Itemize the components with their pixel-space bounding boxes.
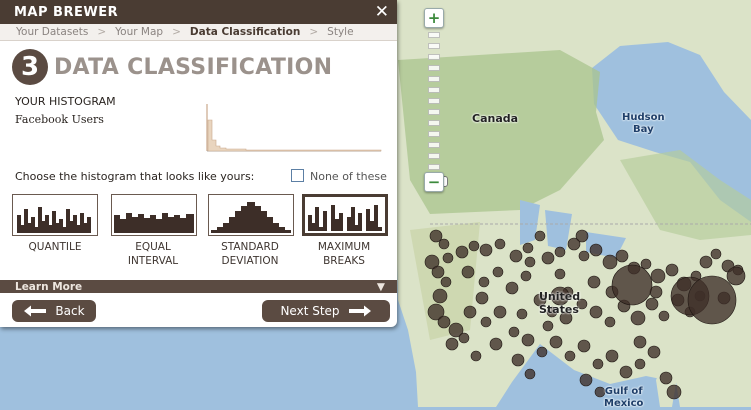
standard-deviation-label: STANDARD DEVIATION (205, 240, 295, 268)
zoom-slider-tick (428, 142, 440, 148)
breadcrumb-separator: > (97, 26, 107, 38)
choose-histogram-prompt: Choose the histogram that looks like you… (15, 170, 255, 183)
equal-interval-label-line1: EQUAL (135, 241, 171, 253)
breadcrumb-your-map[interactable]: Your Map (115, 26, 163, 38)
map-brewer-panel: MAP BREWER ✕ Your Datasets > Your Map > … (0, 0, 397, 327)
quantile-label-line1: QUANTILE (28, 241, 82, 253)
none-of-these-checkbox[interactable] (291, 169, 304, 182)
quantile-label: QUANTILE (10, 240, 100, 254)
standard-deviation-histogram-icon (211, 202, 291, 233)
equal-interval-label-line2: INTERVAL (127, 255, 179, 267)
zoom-out-button[interactable]: − (424, 172, 444, 192)
step-number-badge: 3 (12, 49, 48, 85)
map-label-hudson-bay: Hudson Bay (622, 112, 665, 136)
histogram-option-equal-interval[interactable] (111, 194, 197, 236)
zoom-slider-tick (428, 164, 440, 170)
zoom-slider-tick (428, 54, 440, 60)
your-histogram-preview (206, 104, 382, 152)
arrow-right-icon (348, 305, 371, 317)
histogram-option-standard-deviation[interactable] (208, 194, 294, 236)
step-header: 3 DATA CLASSIFICATION (12, 49, 332, 85)
zoom-slider-tick (428, 87, 440, 93)
breadcrumb-data-classification[interactable]: Data Classification (190, 26, 300, 38)
standard-deviation-label-line2: DEVIATION (221, 255, 279, 267)
zoom-slider-tick (428, 43, 440, 49)
zoom-slider-tick (428, 65, 440, 71)
map-label-canada: Canada (472, 112, 519, 125)
zoom-slider-tick (428, 153, 440, 159)
arrow-left-icon (24, 305, 47, 317)
breadcrumb-separator: > (309, 26, 319, 38)
breadcrumb-separator: > (172, 26, 181, 38)
next-step-button-label: Next Step (280, 304, 340, 318)
maximum-breaks-label-line2: BREAKS (323, 255, 365, 267)
breadcrumb-your-datasets[interactable]: Your Datasets (16, 26, 88, 38)
back-button-label: Back (55, 304, 85, 318)
map-label-hudson-line1: Hudson (622, 112, 665, 123)
dataset-name: Facebook Users (15, 113, 104, 126)
panel-title: MAP BREWER (14, 4, 119, 20)
map-label-us-line2: States (539, 303, 579, 316)
map-label-gulf-line2: Mexico (604, 398, 644, 409)
zoom-slider-tick (428, 120, 440, 126)
maximum-breaks-label: MAXIMUM BREAKS (299, 240, 389, 268)
maximum-breaks-label-line1: MAXIMUM (317, 241, 371, 253)
panel-titlebar: MAP BREWER ✕ (0, 0, 397, 24)
maximum-breaks-histogram-icon (308, 205, 382, 231)
equal-interval-label: EQUAL INTERVAL (108, 240, 198, 268)
map-label-gulf-of-mexico: Gulf of Mexico (604, 386, 643, 410)
zoom-slider-track[interactable] (426, 32, 448, 187)
standard-deviation-label-line1: STANDARD (221, 241, 279, 253)
histogram-option-quantile[interactable] (12, 194, 98, 236)
histogram-option-maximum-breaks[interactable] (302, 194, 388, 236)
zoom-slider-tick (428, 109, 440, 115)
back-button[interactable]: Back (12, 300, 96, 322)
map-label-hudson-line2: Bay (633, 124, 654, 135)
learn-more-label: Learn More (15, 280, 83, 293)
map-label-us-line1: United (539, 290, 581, 303)
zoom-slider-tick (428, 131, 440, 137)
zoom-slider-tick (428, 32, 440, 38)
equal-interval-histogram-icon (114, 213, 194, 233)
zoom-slider-tick (428, 76, 440, 82)
quantile-histogram-icon (17, 207, 91, 233)
breadcrumb-style[interactable]: Style (327, 26, 353, 38)
none-of-these-label[interactable]: None of these (310, 170, 387, 183)
next-step-button[interactable]: Next Step (262, 300, 390, 322)
close-icon[interactable]: ✕ (375, 2, 389, 22)
step-title: DATA CLASSIFICATION (54, 54, 333, 80)
chevron-down-icon: ▼ (376, 280, 385, 293)
breadcrumb: Your Datasets > Your Map > Data Classifi… (0, 24, 397, 41)
learn-more-bar[interactable]: Learn More ▼ (0, 280, 397, 293)
your-histogram-heading: YOUR HISTOGRAM (15, 95, 116, 108)
zoom-in-button[interactable]: + (424, 8, 444, 28)
map-label-gulf-line1: Gulf of (604, 386, 643, 397)
map-label-united-states: United States (539, 290, 580, 316)
zoom-slider-tick (428, 98, 440, 104)
